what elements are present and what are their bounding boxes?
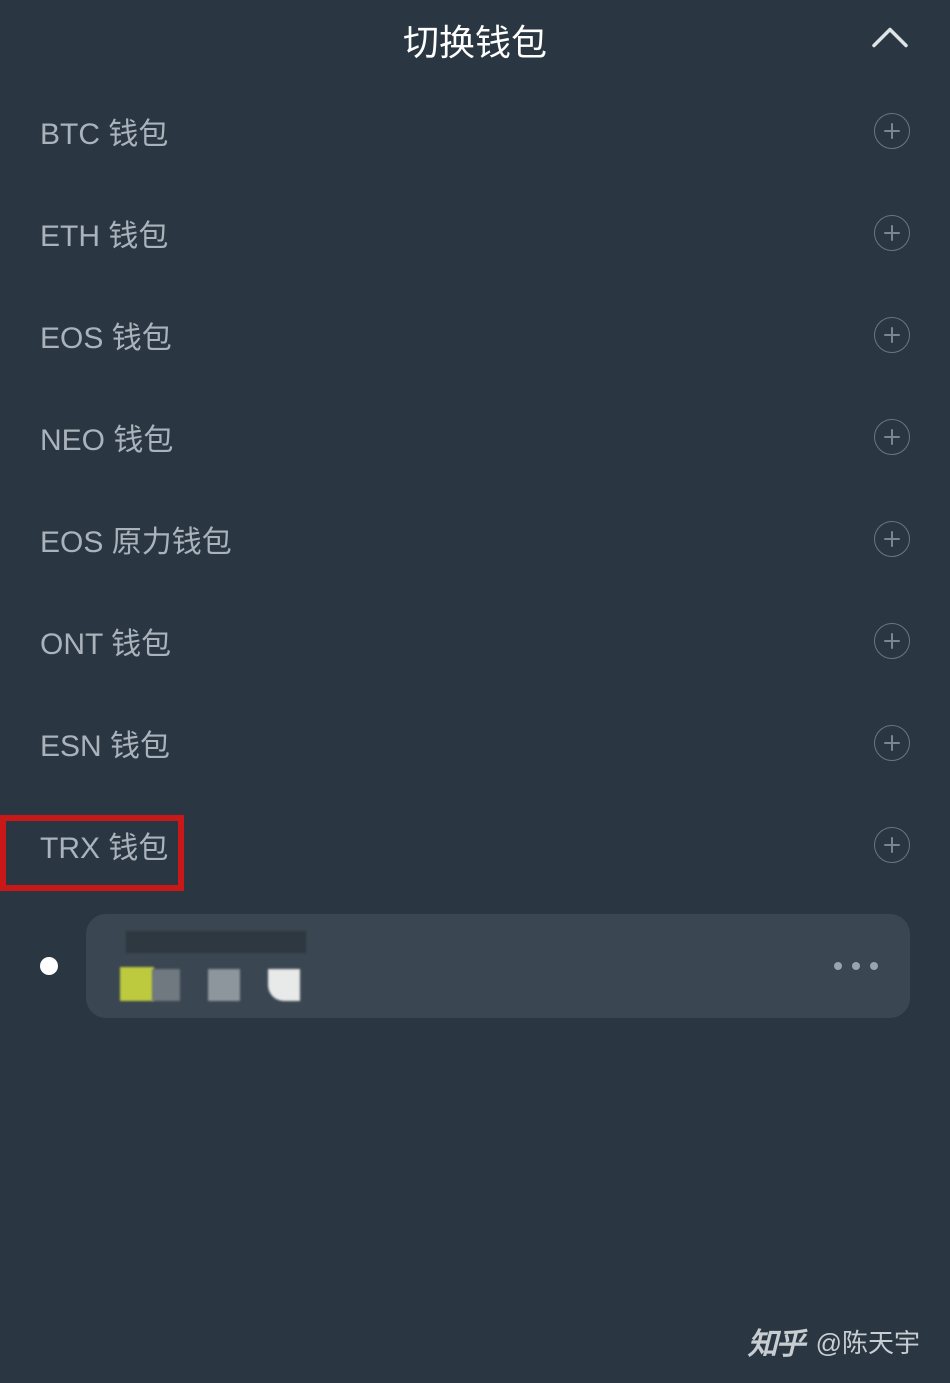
add-wallet-button[interactable] — [874, 419, 910, 455]
page-title: 切换钱包 — [403, 14, 547, 66]
wallet-card-body[interactable] — [86, 914, 910, 1018]
plus-icon — [883, 224, 901, 242]
wallet-row-eosforce[interactable]: EOS 原力钱包 — [0, 488, 950, 590]
wallet-row-ont[interactable]: ONT 钱包 — [0, 590, 950, 692]
wallet-label: TRX 钱包 — [40, 823, 168, 867]
wallet-label: EOS 原力钱包 — [40, 517, 232, 561]
wallet-row-eos[interactable]: EOS 钱包 — [0, 284, 950, 386]
wallet-row-esn[interactable]: ESN 钱包 — [0, 692, 950, 794]
add-wallet-button[interactable] — [874, 725, 910, 761]
plus-icon — [883, 734, 901, 752]
wallet-list: BTC 钱包 ETH 钱包 EOS 钱包 NEO 钱包 EOS 原力钱包 ONT… — [0, 80, 950, 896]
watermark-user: @陈天宇 — [816, 1323, 920, 1360]
add-wallet-button[interactable] — [874, 113, 910, 149]
zhihu-logo-icon: 知乎 — [748, 1319, 804, 1363]
add-wallet-button[interactable] — [874, 827, 910, 863]
wallet-row-neo[interactable]: NEO 钱包 — [0, 386, 950, 488]
add-wallet-button[interactable] — [874, 521, 910, 557]
add-wallet-button[interactable] — [874, 215, 910, 251]
watermark: 知乎 @陈天宇 — [748, 1319, 920, 1363]
more-icon[interactable] — [834, 962, 878, 970]
wallet-row-trx[interactable]: TRX 钱包 — [0, 794, 950, 896]
wallet-card-info — [120, 931, 300, 1001]
chevron-up-icon[interactable] — [870, 26, 910, 55]
plus-icon — [883, 530, 901, 548]
redacted-content — [120, 931, 300, 1001]
wallet-label: ONT 钱包 — [40, 619, 171, 663]
wallet-row-eth[interactable]: ETH 钱包 — [0, 182, 950, 284]
plus-icon — [883, 428, 901, 446]
plus-icon — [883, 122, 901, 140]
add-wallet-button[interactable] — [874, 623, 910, 659]
wallet-label: EOS 钱包 — [40, 313, 172, 357]
wallet-label: NEO 钱包 — [40, 415, 173, 459]
plus-icon — [883, 836, 901, 854]
wallet-label: ESN 钱包 — [40, 721, 170, 765]
radio-selected-icon[interactable] — [40, 957, 58, 975]
wallet-label: ETH 钱包 — [40, 211, 168, 255]
page-header: 切换钱包 — [0, 0, 950, 80]
add-wallet-button[interactable] — [874, 317, 910, 353]
selected-wallet-card[interactable] — [40, 914, 910, 1018]
plus-icon — [883, 632, 901, 650]
wallet-row-btc[interactable]: BTC 钱包 — [0, 80, 950, 182]
plus-icon — [883, 326, 901, 344]
wallet-label: BTC 钱包 — [40, 109, 168, 153]
